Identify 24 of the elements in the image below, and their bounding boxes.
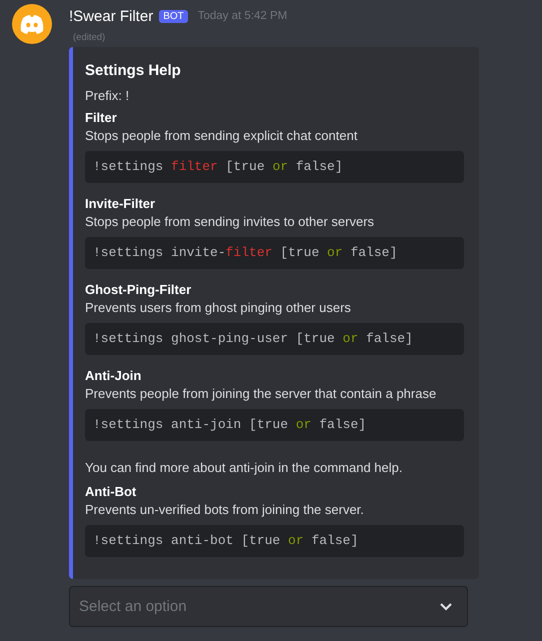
- code-block: !settings anti-bot [true or false]: [85, 525, 464, 557]
- bot-avatar[interactable]: [12, 4, 52, 44]
- field-description: Stops people from sending explicit chat content: [85, 127, 358, 145]
- chevron-down-icon: [439, 602, 453, 612]
- field-description: Prevents un-verified bots from joining the server.: [85, 501, 365, 519]
- bot-badge: BOT: [159, 10, 188, 22]
- field-name: Filter: [85, 109, 118, 127]
- author-name[interactable]: !Swear Filter: [69, 8, 154, 24]
- code-block: !settings filter [true or false]: [85, 151, 464, 183]
- field-note: You can find more about anti-join in the command help.: [85, 459, 404, 477]
- timestamp: Today at 5:42 PM: [198, 10, 288, 22]
- embed-title: Settings Help: [85, 62, 182, 79]
- field-name: Anti-Bot: [85, 483, 138, 501]
- field-name: Anti-Join: [85, 367, 142, 385]
- code-block: !settings ghost-ping-user [true or false]: [85, 323, 464, 355]
- prefix-text: Prefix: !: [85, 87, 130, 105]
- field-name: Invite-Filter: [85, 195, 156, 213]
- code-block: !settings anti-join [true or false]: [85, 409, 464, 441]
- field-description: Prevents users from ghost pinging other users: [85, 299, 352, 317]
- code-block: !settings invite-filter [true or false]: [85, 237, 464, 269]
- field-name: Ghost-Ping-Filter: [85, 281, 192, 299]
- field-description: Prevents people from joining the server that contain a phrase: [85, 385, 438, 403]
- edited-label: (edited): [73, 32, 106, 43]
- field-description: Stops people from sending invites to other servers: [85, 213, 376, 231]
